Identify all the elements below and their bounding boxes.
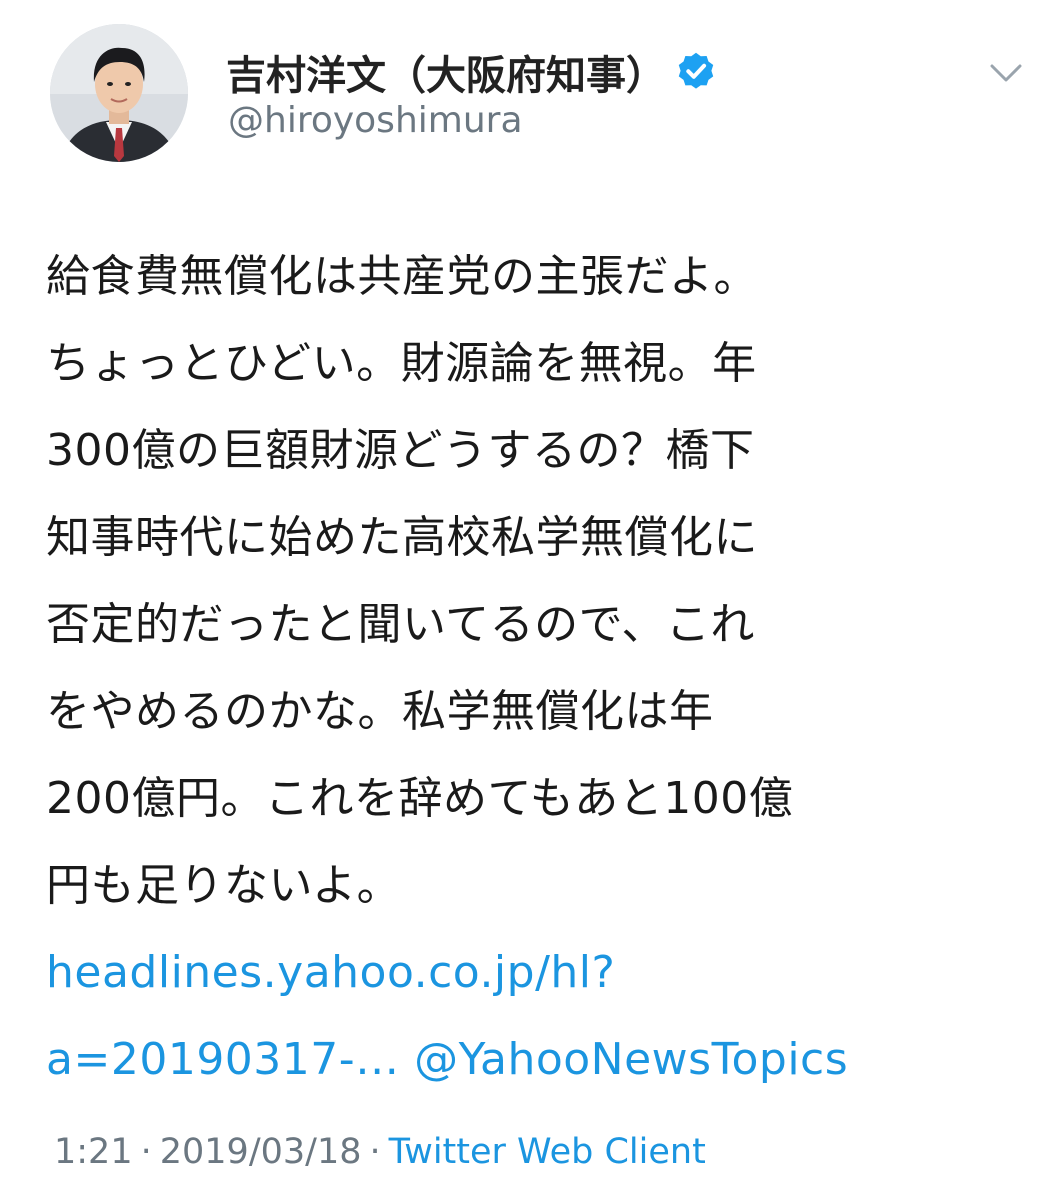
mention-link[interactable]: @YahooNewsTopics	[414, 1034, 848, 1085]
tweet-source-link[interactable]: Twitter Web Client	[389, 1132, 706, 1172]
news-link[interactable]: headlines.yahoo.co.jp/hl?	[46, 947, 615, 998]
verified-badge-icon	[674, 50, 718, 94]
tweet-card: 吉村洋文（大阪府知事） @hiroyoshimura 給食費無償化は共産党の主張…	[0, 0, 1064, 1200]
tweet-date[interactable]: 2019/03/18	[160, 1132, 362, 1172]
tweet-text-line: ちょっとひどい。財源論を無視。年	[46, 338, 757, 389]
tweet-text-line: 円も足りないよ。	[46, 860, 402, 911]
name-row: 吉村洋文（大阪府知事）	[226, 42, 718, 102]
news-link-continued[interactable]: a=20190317-…	[46, 1034, 400, 1085]
tweet-text-line: 給食費無償化は共産党の主張だよ。	[46, 251, 758, 302]
tweet-text-line: 200億円。これを辞めてもあと100億	[46, 773, 794, 824]
profile-photo-icon	[50, 24, 188, 162]
tweet-text-line: をやめるのかな。私学無償化は年	[46, 686, 714, 737]
user-handle[interactable]: @hiroyoshimura	[228, 100, 523, 141]
tweet-meta: 1:21 · 2019/03/18 · Twitter Web Client	[54, 1132, 706, 1172]
separator: ·	[369, 1132, 381, 1172]
tweet-text-line: 300億の巨額財源どうするの？橋下	[46, 425, 755, 476]
tweet-link-line: headlines.yahoo.co.jp/hl?	[46, 929, 1036, 1016]
chevron-down-icon[interactable]	[978, 50, 1034, 98]
tweet-time[interactable]: 1:21	[54, 1132, 133, 1172]
display-name[interactable]: 吉村洋文（大阪府知事）	[226, 43, 666, 101]
tweet-text-line: 否定的だったと聞いてるので、これ	[46, 599, 755, 650]
tweet-text: 給食費無償化は共産党の主張だよ。 ちょっとひどい。財源論を無視。年 300億の巨…	[46, 233, 1036, 1103]
separator: ·	[140, 1132, 152, 1172]
avatar[interactable]	[50, 24, 188, 162]
tweet-text-line: 知事時代に始めた高校私学無償化に	[46, 512, 758, 563]
tweet-link-line: a=20190317-… @YahooNewsTopics	[46, 1016, 1036, 1103]
